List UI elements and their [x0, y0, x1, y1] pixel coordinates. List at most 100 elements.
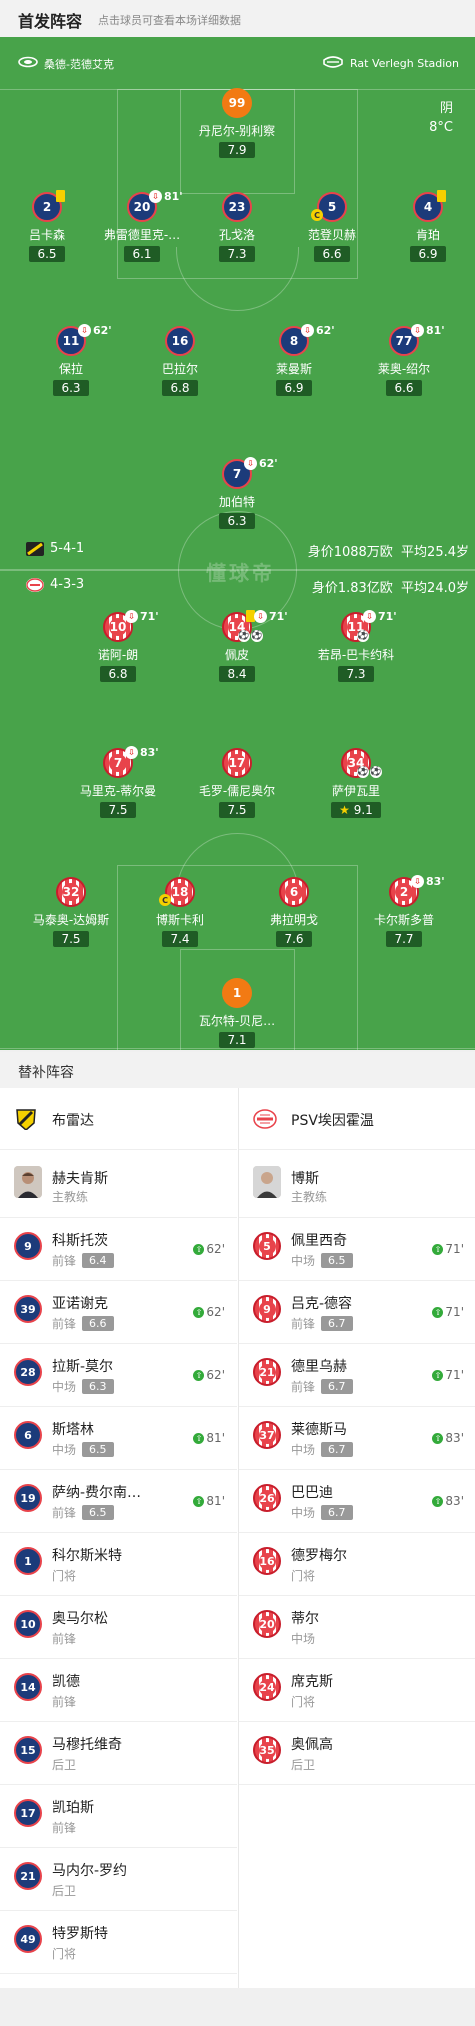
bench-player-position: 中场 [291, 1632, 316, 1646]
player-rating: 7.9 [219, 142, 255, 158]
pitch-player[interactable]: 4 肯珀 6.9 [368, 190, 475, 262]
bench-player-row[interactable]: 15 马穆托维奇 后卫 [0, 1722, 237, 1785]
bench-away-team-row[interactable]: PSV埃因霍温 [239, 1088, 475, 1150]
bench-player-meta: 前锋 6.7 [291, 1315, 353, 1332]
player-name: 丹尼尔-别利察 [198, 124, 276, 138]
bench-away-team-name: PSV埃因霍温 [291, 1113, 374, 1129]
pitch-player[interactable]: 7 ⇩ 62' 加伯特 6.3 [177, 457, 297, 529]
rating-value: 6.1 [132, 247, 152, 261]
pitch-player[interactable]: 1 瓦尔特-贝尼… 7.1 [177, 978, 297, 1048]
pitch-player[interactable]: 77 ⇩ 81' 莱奥-绍尔 6.6 [344, 324, 464, 396]
pitch-player[interactable]: 10 ⇩ 71' 诺阿-朗 6.8 [58, 610, 178, 682]
bench-player-row[interactable]: 14 凯德 前锋 [0, 1659, 237, 1722]
jersey-number: 9 [258, 1300, 276, 1318]
pitch-player[interactable]: 11 ⇩ 71' ⚽ 若昂-巴卡约科 7.3 [296, 610, 416, 682]
bench-player-row[interactable]: 37 莱德斯马 中场 6.7 ⇧ 83' [239, 1407, 475, 1470]
jersey-number: 10 [20, 1617, 36, 1631]
rating-value: 6.9 [418, 247, 438, 261]
sub-in-icon: ⇧ [193, 1495, 205, 1507]
sub-in-badge: ⇧ 83' [432, 1494, 464, 1508]
pitch-player[interactable]: 8 ⇩ 62' 莱曼斯 6.9 [234, 324, 354, 396]
bench-player-row[interactable]: 19 萨纳-费尔南… 前锋 6.5 ⇧ 81' [0, 1470, 237, 1533]
pitch-player[interactable]: 32 马泰奥-达姆斯 7.5 [11, 877, 131, 947]
player-jersey: 7 ⇩ 62' [222, 457, 278, 489]
pitch-player[interactable]: 16 巴拉尔 6.8 [120, 326, 240, 396]
bench-title: 替补阵容 [18, 1065, 74, 1081]
watermark: 懂球帝 [206, 561, 275, 585]
bench-jersey: 10 [14, 1610, 42, 1638]
goal-ball-icon: ⚽ [238, 630, 250, 642]
player-jersey: 11 ⇩ 71' ⚽ [341, 610, 397, 642]
substitution-badge: ⇩ 83' [125, 746, 159, 759]
player-jersey: 14 ⇩ 71' ⚽ ⚽ [222, 610, 288, 642]
bench-player-row[interactable]: 49 特罗斯特 门将 [0, 1911, 237, 1974]
sub-in-badge: ⇧ 81' [193, 1494, 225, 1508]
player-name: 马里克-蒂尔曼 [79, 784, 157, 798]
pitch-player[interactable]: 6 弗拉明戈 7.6 [234, 877, 354, 947]
weather-info: 阴 8°C [429, 99, 453, 137]
substitution-badge: ⇩ 71' [363, 610, 397, 623]
bench-player-row[interactable]: 1 科尔斯米特 门将 [0, 1533, 237, 1596]
bench-player-row[interactable]: 26 巴巴迪 中场 6.7 ⇧ 83' [239, 1470, 475, 1533]
pitch-player[interactable]: 18 C 博斯卡利 7.4 [120, 877, 240, 947]
bench-home-team-row[interactable]: 布雷达 [0, 1088, 237, 1150]
pitch-player[interactable]: 7 ⇩ 83' 马里克-蒂尔曼 7.5 [58, 746, 178, 818]
bench-player-row[interactable]: 9 吕克-德容 前锋 6.7 ⇧ 71' [239, 1281, 475, 1344]
bench-player-position: 前锋 [52, 1254, 77, 1268]
jersey-number: 77 [395, 334, 413, 348]
pitch-player[interactable]: 34 ⚽ ⚽ 萨伊瓦里 ★ 9.1 [296, 748, 416, 818]
pitch-player[interactable]: 2 ⇩ 83' 卡尔斯多普 7.7 [344, 875, 464, 947]
bench-jersey: 17 [14, 1799, 42, 1827]
away-coach-row[interactable]: 博斯 主教练 [239, 1150, 475, 1218]
lineup-page: { "header":{"title":"首发阵容","subtitle":"点… [0, 0, 475, 2026]
bench-player-meta: 门将 [52, 1567, 76, 1584]
lineup-hint: 点击球员可查看本场详细数据 [98, 14, 241, 27]
sub-in-minute: 71' [445, 1368, 464, 1382]
bench-player-row[interactable]: 21 德里乌赫 前锋 6.7 ⇧ 71' [239, 1344, 475, 1407]
bench-player-row[interactable]: 35 奥佩高 后卫 [239, 1722, 475, 1785]
bench-player-position: 前锋 [52, 1317, 77, 1331]
captain-icon: C [311, 209, 323, 221]
substitution-badge: ⇩ 62' [301, 324, 335, 337]
bench-player-row[interactable]: 28 拉斯-莫尔 中场 6.3 ⇧ 62' [0, 1344, 237, 1407]
pitch-player[interactable]: 17 毛罗-儒尼奥尔 7.5 [177, 748, 297, 818]
pitch-player[interactable]: 99 丹尼尔-别利察 7.9 [177, 88, 297, 158]
rating-value: 7.3 [227, 247, 247, 261]
bench-player-name: 蒂尔 [291, 1611, 319, 1627]
sub-out-icon: ⇩ [254, 610, 267, 623]
goal-ball-icon: ⚽ [357, 630, 369, 642]
bench-player-meta: 门将 [291, 1567, 315, 1584]
bench-player-row[interactable]: 5 佩里西奇 中场 6.5 ⇧ 71' [239, 1218, 475, 1281]
sub-out-icon: ⇩ [301, 324, 314, 337]
player-name: 巴拉尔 [161, 362, 198, 376]
jersey-number: 37 [258, 1426, 276, 1444]
rating-value: 6.9 [284, 381, 304, 395]
jersey-number: 1 [232, 986, 242, 1000]
bench-player-row[interactable]: 17 凯珀斯 前锋 [0, 1785, 237, 1848]
jersey-number: 39 [20, 1302, 36, 1316]
pitch-player[interactable]: 11 ⇩ 62' 保拉 6.3 [11, 324, 131, 396]
player-jersey: 99 [222, 88, 252, 118]
bench-player-name: 马穆托维奇 [52, 1737, 122, 1753]
sub-in-badge: ⇧ 83' [432, 1431, 464, 1445]
bench-player-row[interactable]: 16 德罗梅尔 门将 [239, 1533, 475, 1596]
bench-player-row[interactable]: 39 亚诺谢克 前锋 6.6 ⇧ 62' [0, 1281, 237, 1344]
pitch-player[interactable]: 14 ⇩ 71' ⚽ ⚽ 佩皮 8.4 [177, 610, 297, 682]
home-coach-row[interactable]: 赫夫肯斯 主教练 [0, 1150, 237, 1218]
bench-player-row[interactable]: 20 蒂尔 中场 [239, 1596, 475, 1659]
sub-out-minute: 83' [140, 746, 159, 759]
bench-player-row[interactable]: 9 科斯托茨 前锋 6.4 ⇧ 62' [0, 1218, 237, 1281]
player-name: 佩皮 [224, 648, 249, 662]
player-name: 瓦尔特-贝尼… [198, 1014, 276, 1028]
player-rating: 7.3 [219, 246, 255, 262]
jersey-number: 11 [62, 334, 80, 348]
player-rating: 6.1 [124, 246, 160, 262]
bench-player-row[interactable]: 21 马内尔-罗约 后卫 [0, 1848, 237, 1911]
temperature: 8°C [429, 120, 453, 135]
bench-player-row[interactable]: 6 斯塔林 中场 6.5 ⇧ 81' [0, 1407, 237, 1470]
rating-value: 7.6 [284, 932, 304, 946]
bench-player-row[interactable]: 10 奥马尔松 前锋 [0, 1596, 237, 1659]
bench-player-row[interactable]: 24 席克斯 门将 [239, 1659, 475, 1722]
bench-player-meta: 后卫 [52, 1756, 76, 1773]
player-rating: 7.6 [276, 931, 312, 947]
